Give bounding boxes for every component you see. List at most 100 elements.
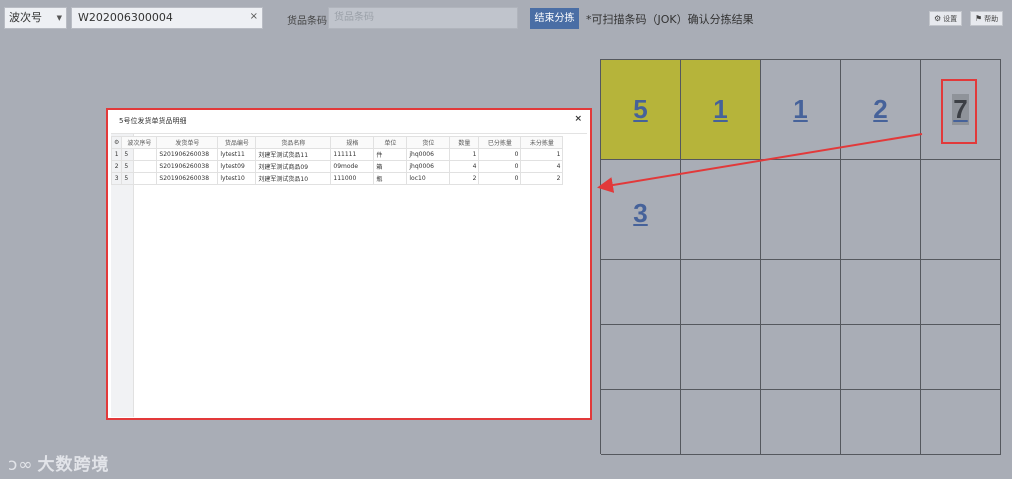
slot-cell[interactable]: 2 bbox=[841, 60, 921, 160]
table-cell: 瓶 bbox=[373, 172, 408, 185]
wave-type-select-value: 波次号 bbox=[9, 11, 42, 24]
settings-label: 设置 bbox=[943, 15, 958, 23]
logo-icon: ↄ∞ bbox=[8, 455, 34, 475]
table-cell: 刘建军测试货品11 bbox=[255, 148, 332, 161]
slot-cell[interactable]: 5 bbox=[601, 60, 681, 160]
gear-icon: ⚙ bbox=[934, 14, 942, 23]
gear-icon[interactable]: ⚙ bbox=[110, 136, 123, 149]
settings-button[interactable]: ⚙ 设置 bbox=[929, 11, 963, 26]
slot-cell bbox=[681, 260, 761, 325]
table-cell: 件 bbox=[373, 148, 408, 161]
table-cell: 刘建军测试货品10 bbox=[255, 172, 332, 185]
table-cell: 1 bbox=[449, 148, 480, 161]
table-cell: jhq0006 bbox=[406, 148, 451, 161]
table-cell: 111111 bbox=[330, 148, 375, 161]
annotation-highlight-box bbox=[941, 79, 977, 144]
row-number: 2 bbox=[110, 160, 123, 173]
scan-hint: *可扫描条码（JOK）确认分拣结果 bbox=[586, 13, 754, 26]
slot-label: 2 bbox=[873, 94, 888, 124]
slot-cell bbox=[761, 325, 841, 390]
wave-number-input[interactable]: W202006300004 × bbox=[71, 7, 263, 29]
table-cell: 2 bbox=[520, 172, 564, 185]
slot-cell bbox=[921, 390, 1001, 455]
slot-cell bbox=[841, 160, 921, 260]
table-cell: lytest10 bbox=[217, 172, 257, 185]
slot-cell bbox=[681, 160, 761, 260]
slot-label: 1 bbox=[793, 94, 808, 124]
slot-cell[interactable]: 1 bbox=[761, 60, 841, 160]
barcode-placeholder: 货品条码 bbox=[334, 12, 374, 23]
chevron-down-icon: ▼ bbox=[56, 14, 62, 22]
table-cell: S201906260038 bbox=[156, 160, 219, 173]
table-cell: jhq0006 bbox=[406, 160, 451, 173]
slot-cell bbox=[921, 260, 1001, 325]
slot-cell bbox=[841, 390, 921, 455]
table-cell: lytest11 bbox=[217, 148, 257, 161]
table-row[interactable]: 3 5 S201906260038 lytest10 刘建军测试货品10 111000 瓶 l… bbox=[110, 172, 564, 185]
slot-cell bbox=[601, 390, 681, 455]
slot-cell bbox=[761, 260, 841, 325]
slot-cell bbox=[681, 325, 761, 390]
table-cell: 0 bbox=[478, 148, 522, 161]
wave-type-select[interactable]: 波次号 ▼ bbox=[4, 7, 67, 29]
column-header[interactable]: 波次序号 bbox=[121, 136, 158, 149]
barcode-input[interactable]: 货品条码 bbox=[328, 7, 518, 29]
row-number: 3 bbox=[110, 172, 123, 185]
table-cell: 4 bbox=[520, 160, 564, 173]
slot-cell[interactable]: 3 bbox=[601, 160, 681, 260]
detail-table: ⚙ 波次序号 发货单号 货品编号 货品名称 规格 单位 货位 数量 已分拣量 未分拣量 1 5 S20… bbox=[110, 136, 564, 185]
table-cell: 2 bbox=[449, 172, 480, 185]
end-sorting-button[interactable]: 结束分拣 bbox=[530, 8, 579, 29]
table-cell: 09mode bbox=[330, 160, 375, 173]
table-row[interactable]: 1 5 S201906260038 lytest11 刘建军测试货品11 111111 件 j… bbox=[110, 148, 564, 161]
column-header[interactable]: 货品编号 bbox=[217, 136, 257, 149]
column-header[interactable]: 单位 bbox=[373, 136, 408, 149]
column-header[interactable]: 未分拣量 bbox=[520, 136, 564, 149]
table-cell: 0 bbox=[478, 172, 522, 185]
table-cell: lytest09 bbox=[217, 160, 257, 173]
slot-cell bbox=[601, 325, 681, 390]
slot-cell bbox=[681, 390, 761, 455]
table-cell: 5 bbox=[121, 160, 158, 173]
table-cell: 1 bbox=[520, 148, 564, 161]
close-icon[interactable]: × bbox=[574, 114, 582, 124]
table-row[interactable]: 2 5 S201906260038 lytest09 刘建军测试商品09 09mode 箱 j… bbox=[110, 160, 564, 173]
table-cell: loc10 bbox=[406, 172, 451, 185]
table-header-row: ⚙ 波次序号 发货单号 货品编号 货品名称 规格 单位 货位 数量 已分拣量 未分拣量 bbox=[110, 136, 564, 149]
slot-cell bbox=[761, 160, 841, 260]
slot-cell[interactable]: 1 bbox=[681, 60, 761, 160]
column-header[interactable]: 数量 bbox=[449, 136, 480, 149]
watermark: ↄ∞ 大数跨境 bbox=[8, 450, 110, 475]
column-header[interactable]: 已分拣量 bbox=[478, 136, 522, 149]
clear-icon[interactable]: × bbox=[250, 7, 258, 27]
column-header[interactable]: 规格 bbox=[330, 136, 375, 149]
wave-number-value: W202006300004 bbox=[78, 11, 173, 24]
slot-cell bbox=[921, 325, 1001, 390]
help-label: 帮助 bbox=[984, 15, 999, 23]
table-cell: S201906260038 bbox=[156, 172, 219, 185]
slot-cell bbox=[761, 390, 841, 455]
slot-label: 3 bbox=[633, 198, 648, 228]
slot-cell bbox=[601, 260, 681, 325]
row-number: 1 bbox=[110, 148, 123, 161]
slot-cell bbox=[921, 160, 1001, 260]
table-cell: 4 bbox=[449, 160, 480, 173]
slot-cell bbox=[841, 260, 921, 325]
slot-cell bbox=[841, 325, 921, 390]
column-header[interactable]: 发货单号 bbox=[156, 136, 219, 149]
column-header[interactable]: 货品名称 bbox=[255, 136, 332, 149]
table-cell: 箱 bbox=[373, 160, 408, 173]
modal-body: ⚙ 波次序号 发货单号 货品编号 货品名称 规格 单位 货位 数量 已分拣量 未分拣量 1 5 S20… bbox=[110, 133, 587, 417]
modal-title: 5号位发货单货品明细 bbox=[119, 117, 187, 125]
column-header[interactable]: 货位 bbox=[406, 136, 451, 149]
help-button[interactable]: ⚑ 帮助 bbox=[970, 11, 1004, 26]
watermark-text: 大数跨境 bbox=[37, 455, 110, 475]
table-cell: 5 bbox=[121, 172, 158, 185]
help-icon: ⚑ bbox=[975, 14, 983, 23]
table-cell: 5 bbox=[121, 148, 158, 161]
detail-modal: 5号位发货单货品明细 × ⚙ 波次序号 发货单号 货品编号 货品名称 规格 单位 货位 数量已… bbox=[106, 108, 592, 420]
table-cell: 刘建军测试商品09 bbox=[255, 160, 332, 173]
slot-label: 5 bbox=[633, 94, 648, 124]
table-cell: 111000 bbox=[330, 172, 375, 185]
barcode-label: 货品条码: bbox=[287, 16, 331, 27]
